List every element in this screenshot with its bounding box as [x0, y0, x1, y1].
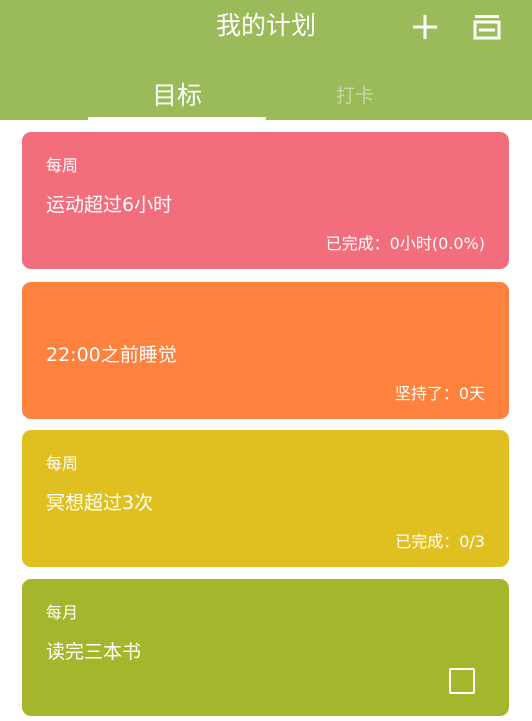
card-period: 每月 [46, 603, 79, 622]
add-plan-button[interactable] [408, 10, 442, 44]
card-title: 读完三本书 [46, 641, 142, 663]
card-status: 坚持了：0天 [394, 384, 485, 403]
complete-checkbox[interactable] [449, 668, 475, 694]
tab-goals-label: 目标 [151, 81, 202, 110]
plan-card-sleep[interactable]: 22:00之前睡觉 坚持了：0天 [22, 282, 509, 419]
tab-indicator [88, 117, 266, 120]
plan-card-exercise[interactable]: 每周 运动超过6小时 已完成：0小时(0.0%) [22, 132, 509, 269]
page-title: 我的计划 [215, 11, 316, 40]
plan-card-meditation[interactable]: 每周 冥想超过3次 已完成：0/3 [22, 430, 509, 567]
card-status: 已完成：0小时(0.0%) [325, 234, 485, 253]
tab-check-in[interactable]: 打卡 [266, 70, 444, 118]
list-menu-icon [473, 15, 501, 40]
card-title: 运动超过6小时 [46, 194, 173, 216]
tab-bar: 目标 打卡 [0, 70, 532, 120]
plan-card-reading[interactable]: 每月 读完三本书 [22, 579, 509, 716]
app-header: 我的计划 目标 打卡 [0, 0, 532, 120]
card-period: 每周 [46, 156, 79, 175]
card-status: 已完成：0/3 [395, 532, 485, 551]
card-period: 每周 [46, 454, 79, 473]
card-title: 冥想超过3次 [46, 492, 154, 514]
card-title: 22:00之前睡觉 [46, 344, 177, 366]
plus-icon [413, 15, 437, 39]
tab-check-in-label: 打卡 [335, 84, 374, 107]
tab-goals[interactable]: 目标 [88, 70, 266, 118]
menu-button[interactable] [470, 10, 504, 44]
